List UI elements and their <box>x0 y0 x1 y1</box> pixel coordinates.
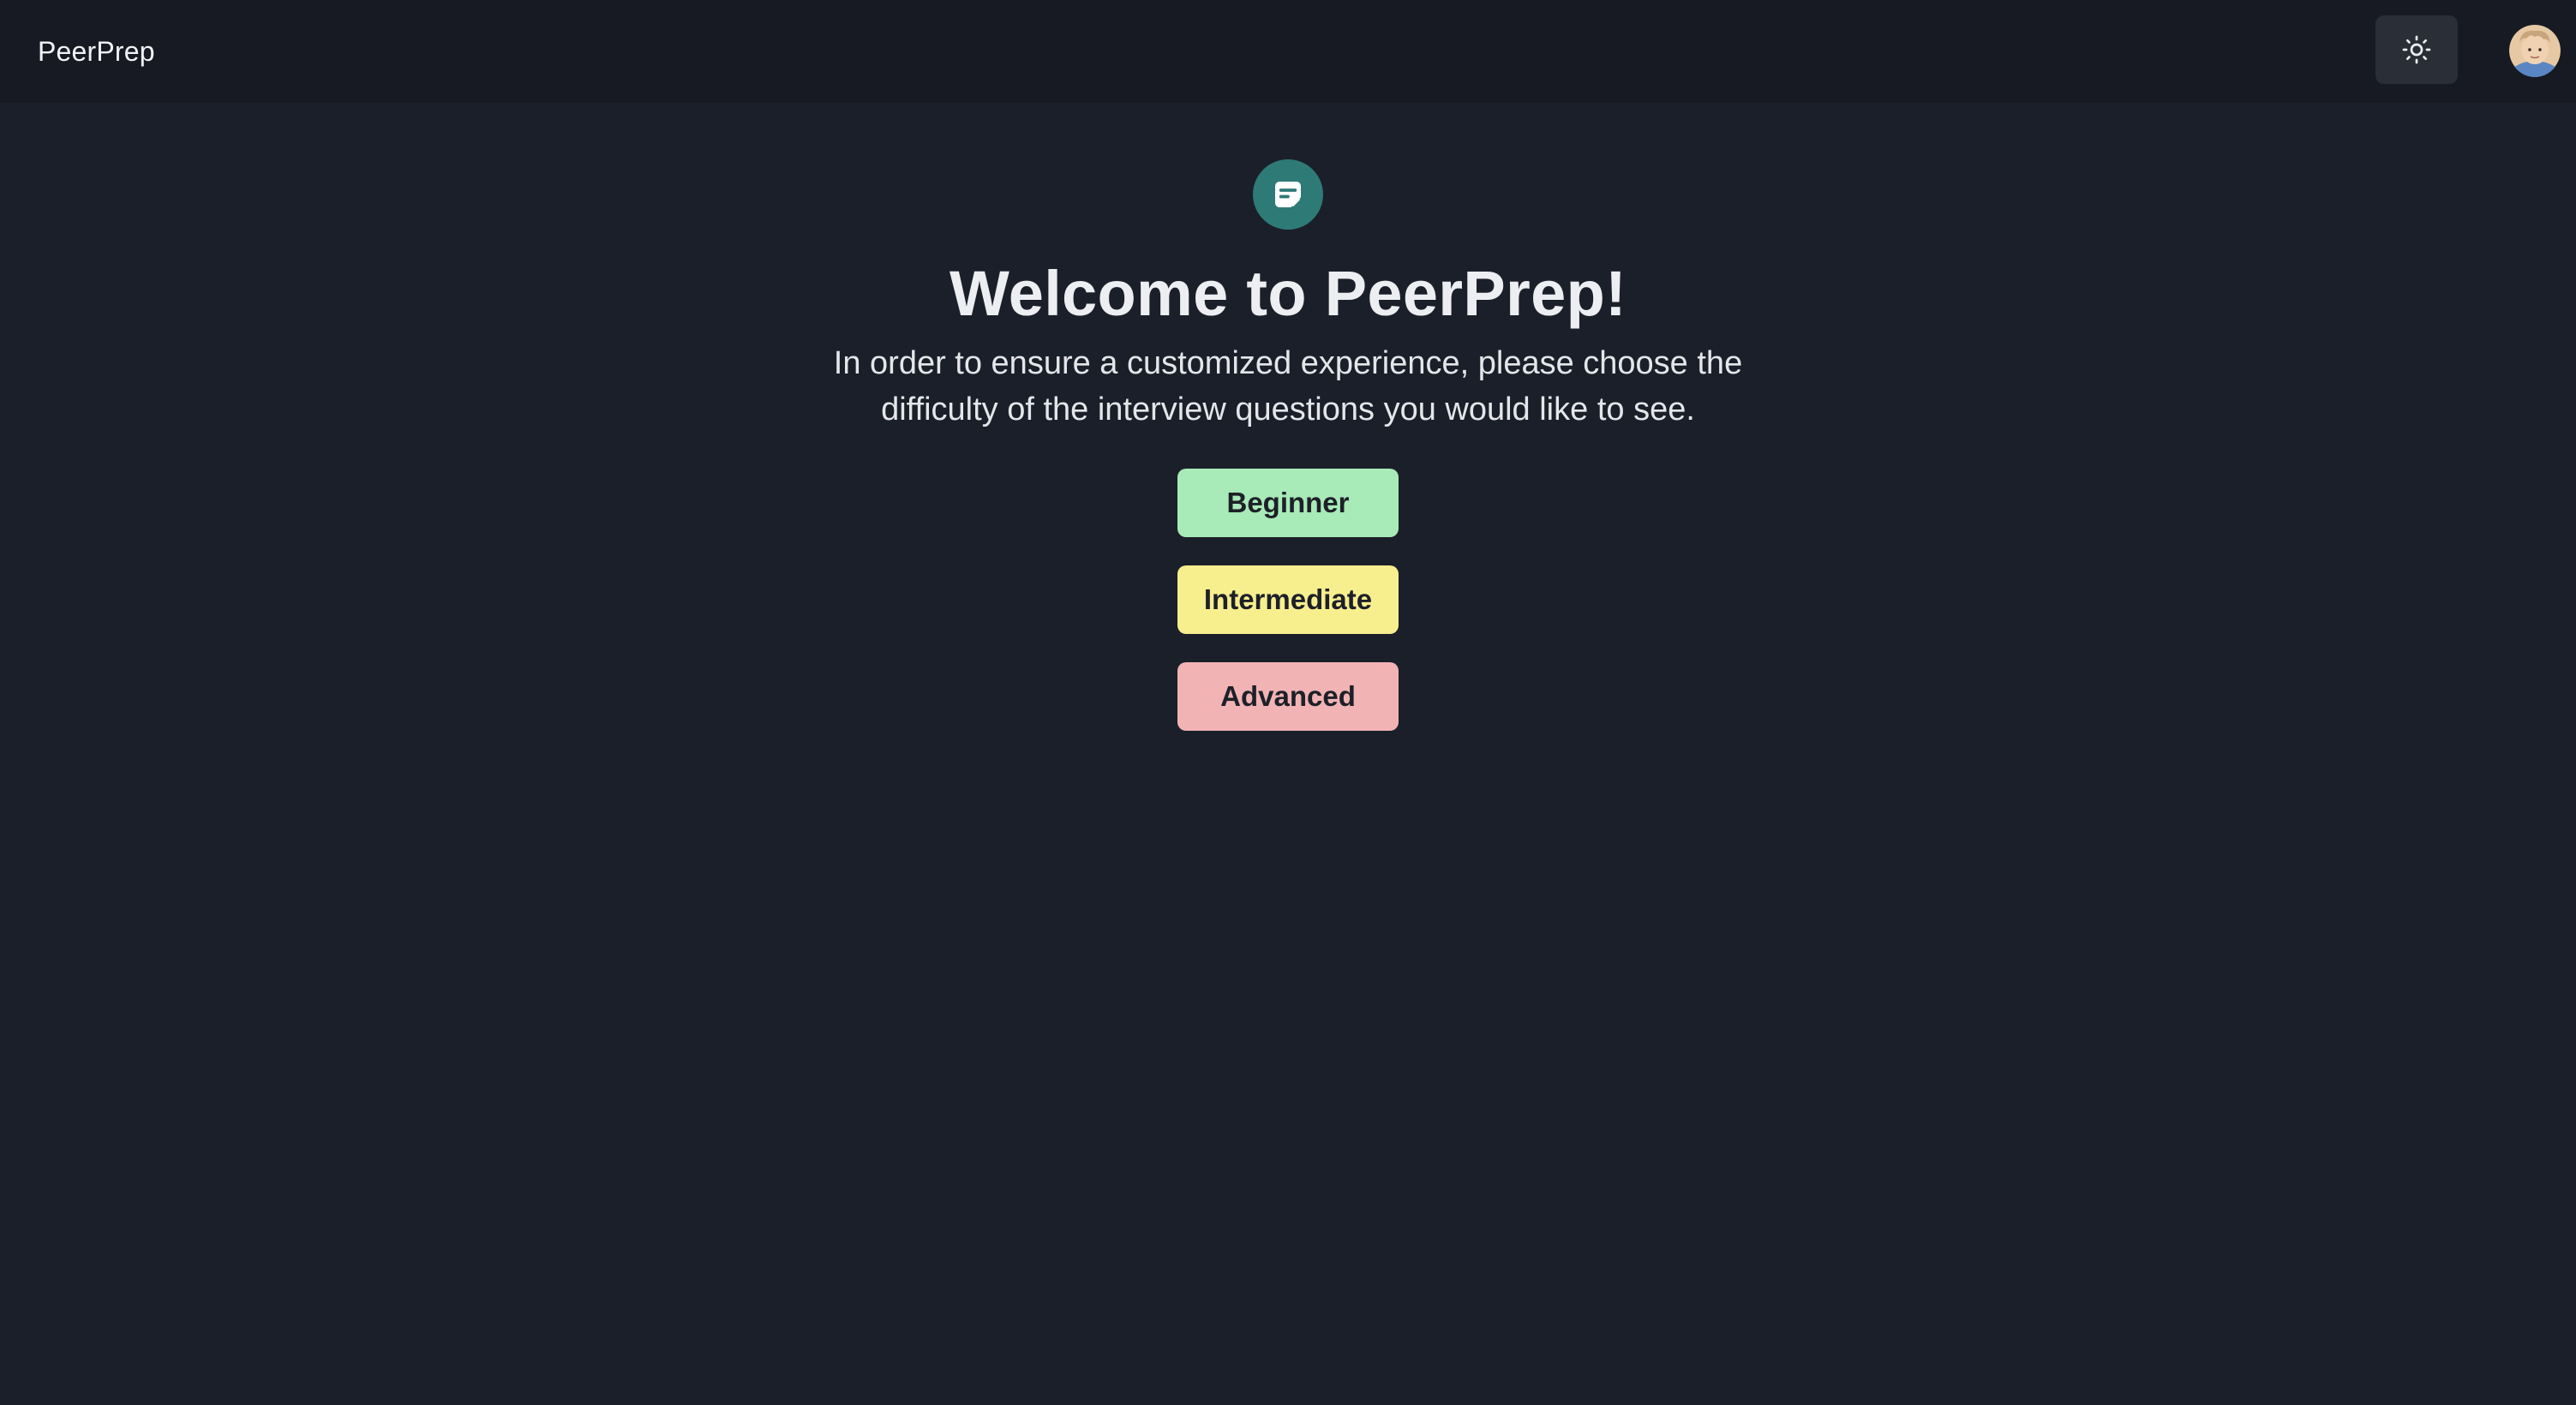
user-avatar[interactable] <box>2509 24 2561 77</box>
brand-name[interactable]: PeerPrep <box>38 0 155 103</box>
top-navbar: PeerPrep <box>0 0 2576 103</box>
beginner-button[interactable]: Beginner <box>1177 469 1399 538</box>
theme-toggle-button[interactable] <box>2375 15 2458 84</box>
main-content: Welcome to PeerPrep! In order to ensure … <box>0 103 2576 1405</box>
page-title: Welcome to PeerPrep! <box>949 258 1627 329</box>
avatar-icon <box>2509 24 2561 77</box>
logo-badge <box>1253 159 1323 230</box>
intermediate-button[interactable]: Intermediate <box>1177 565 1399 635</box>
advanced-button[interactable]: Advanced <box>1177 662 1399 732</box>
page-subtitle: In order to ensure a customized experien… <box>833 345 1743 428</box>
note-edit-icon <box>1275 182 1301 207</box>
difficulty-options: Beginner Intermediate Advanced <box>1177 469 1399 732</box>
sun-icon <box>2402 35 2431 64</box>
